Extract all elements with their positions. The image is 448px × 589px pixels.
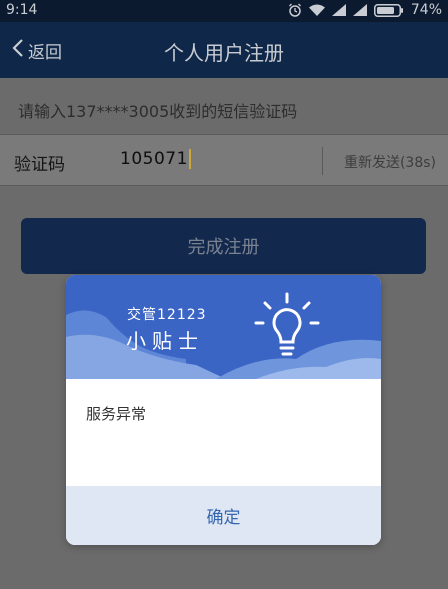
signal-icon xyxy=(352,4,367,16)
tip-title: 小贴士 xyxy=(126,329,204,353)
dialog-message: 服务异常 xyxy=(86,405,147,423)
page-title: 个人用户注册 xyxy=(164,41,284,65)
nav-bar: 返回 个人用户注册 xyxy=(0,22,448,78)
brand-label: 交管12123 xyxy=(127,307,207,323)
resend-button[interactable]: 重新发送(38s) xyxy=(344,152,436,172)
tip-dialog: 交管12123 小贴士 服务异常 确定 xyxy=(66,275,381,545)
verification-code-input[interactable]: 105071 xyxy=(120,149,191,169)
sms-hint: 请输入137****3005收到的短信验证码 xyxy=(0,78,448,134)
code-label: 验证码 xyxy=(14,155,65,175)
wifi-icon xyxy=(308,4,325,16)
battery-icon xyxy=(373,3,404,17)
verification-code-row: 验证码 105071 重新发送(38s) xyxy=(0,134,448,186)
divider xyxy=(322,147,323,175)
code-value: 105071 xyxy=(120,149,188,169)
dialog-header: 交管12123 小贴士 xyxy=(66,275,381,379)
signal-icon xyxy=(331,4,346,16)
text-caret xyxy=(188,149,191,169)
alarm-icon xyxy=(288,3,302,17)
confirm-label: 确定 xyxy=(206,508,241,528)
dialog-body: 服务异常 xyxy=(66,379,381,486)
status-time: 9:14 xyxy=(6,2,38,18)
confirm-button[interactable]: 确定 xyxy=(66,486,381,545)
complete-registration-button[interactable]: 完成注册 xyxy=(21,218,426,274)
battery-percent: 74% xyxy=(410,2,442,18)
cloud-background xyxy=(66,310,381,379)
lightbulb-icon xyxy=(251,291,323,367)
status-bar: 9:14 74% xyxy=(0,0,448,22)
submit-label: 完成注册 xyxy=(187,237,260,258)
